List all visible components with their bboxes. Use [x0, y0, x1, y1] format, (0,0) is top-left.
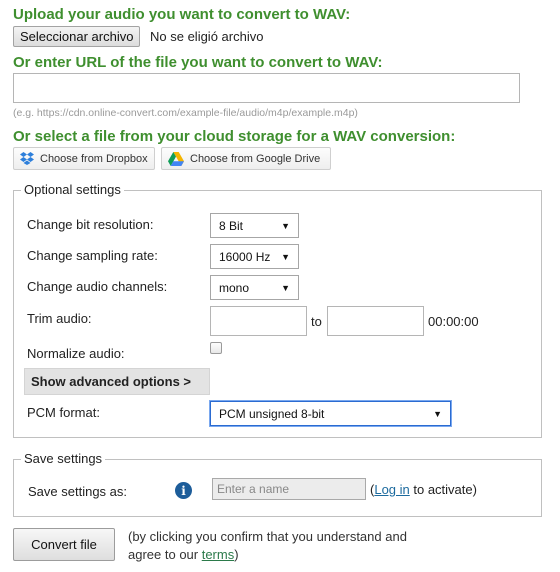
login-link[interactable]: Log in [374, 482, 409, 497]
sampling-rate-label: Change sampling rate: [27, 248, 158, 263]
convert-note: (by clicking you confirm that you unders… [128, 528, 407, 564]
convert-note-line1: (by clicking you confirm that you unders… [128, 529, 407, 544]
dropdown-arrow-icon: ▼ [281, 220, 290, 231]
login-note: (Log in to activate) [370, 482, 477, 497]
choose-file-button[interactable]: Seleccionar archivo [13, 26, 141, 47]
convert-file-button[interactable]: Convert file [13, 528, 115, 561]
google-drive-label: Choose from Google Drive [190, 152, 321, 165]
google-drive-button[interactable]: Choose from Google Drive [161, 147, 331, 170]
trim-start-input[interactable] [210, 306, 307, 336]
convert-note-suffix: ) [234, 547, 239, 562]
trim-to-label: to [311, 314, 322, 329]
bit-resolution-select[interactable]: 8 Bit ▼ [210, 213, 299, 238]
optional-settings-legend: Optional settings [21, 182, 124, 197]
save-settings-legend: Save settings [21, 451, 106, 466]
dropdown-arrow-icon: ▼ [281, 251, 290, 262]
convert-note-prefix: agree to our [128, 547, 202, 562]
audio-channels-label: Change audio channels: [27, 279, 168, 294]
pcm-format-select[interactable]: PCM unsigned 8-bit ▼ [210, 401, 451, 426]
url-input[interactable] [13, 73, 520, 103]
google-drive-icon [168, 151, 184, 166]
save-settings-label: Save settings as: [28, 484, 127, 499]
normalize-audio-label: Normalize audio: [27, 346, 125, 361]
audio-channels-value: mono [219, 280, 250, 295]
url-heading: Or enter URL of the file you want to con… [13, 54, 383, 71]
normalize-audio-checkbox[interactable] [210, 342, 222, 354]
dropdown-arrow-icon: ▼ [281, 282, 290, 293]
info-icon[interactable]: i [175, 482, 192, 499]
pcm-format-value: PCM unsigned 8-bit [219, 406, 325, 421]
pcm-format-label: PCM format: [27, 405, 100, 420]
upload-heading: Upload your audio you want to convert to… [13, 6, 351, 23]
url-hint: (e.g. https://cdn.online-convert.com/exa… [13, 107, 358, 119]
trim-audio-label: Trim audio: [27, 311, 92, 326]
trim-end-input[interactable] [327, 306, 424, 336]
show-advanced-options-button[interactable]: Show advanced options > [24, 368, 210, 395]
dropbox-icon [20, 152, 34, 165]
bit-resolution-label: Change bit resolution: [27, 217, 154, 232]
dropdown-arrow-icon: ▼ [433, 408, 442, 419]
bit-resolution-value: 8 Bit [219, 218, 244, 233]
sampling-rate-value: 16000 Hz [219, 249, 271, 264]
no-file-text: No se eligió archivo [150, 29, 264, 44]
audio-channels-select[interactable]: mono ▼ [210, 275, 299, 300]
cloud-heading: Or select a file from your cloud storage… [13, 128, 456, 145]
convert-note-line2: agree to our terms) [128, 546, 407, 564]
activate-text: to activate) [409, 482, 477, 497]
dropbox-button[interactable]: Choose from Dropbox [13, 147, 155, 170]
terms-link[interactable]: terms [202, 547, 235, 562]
settings-name-input[interactable]: Enter a name [212, 478, 366, 500]
dropbox-label: Choose from Dropbox [40, 152, 148, 165]
trim-duration: 00:00:00 [428, 314, 479, 329]
sampling-rate-select[interactable]: 16000 Hz ▼ [210, 244, 299, 269]
